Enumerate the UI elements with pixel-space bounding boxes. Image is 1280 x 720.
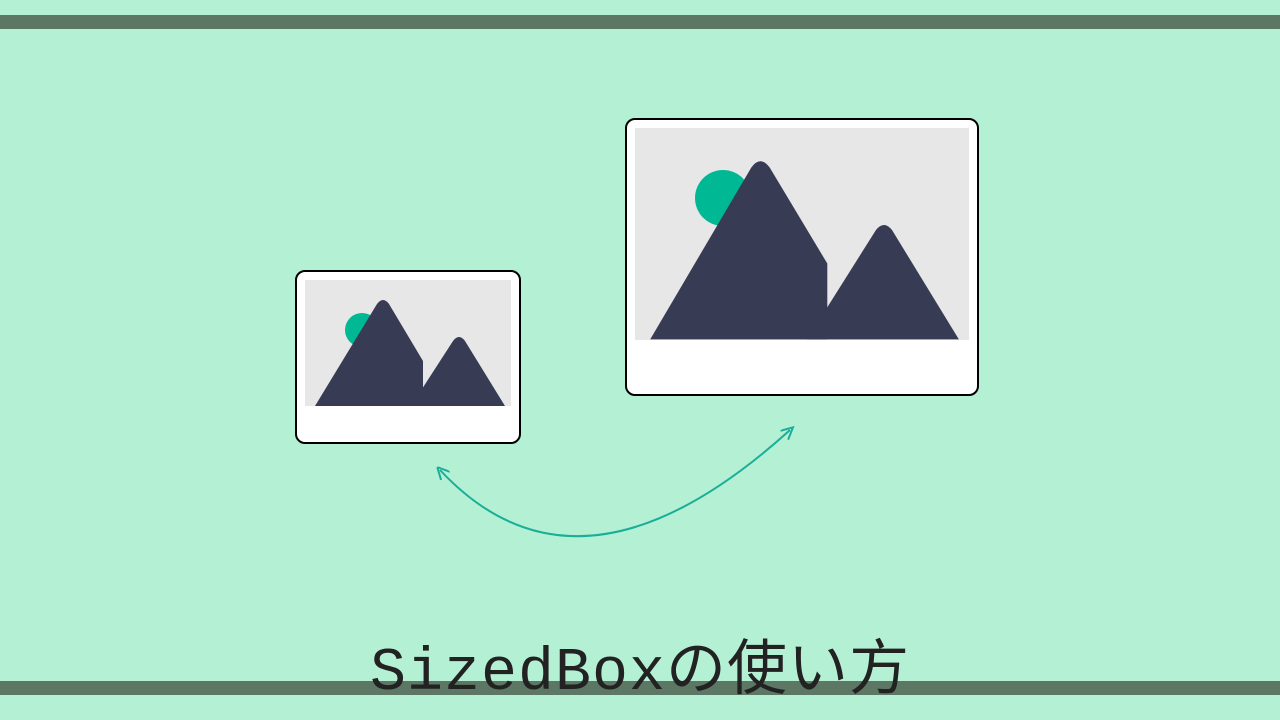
mountains-icon (635, 137, 969, 339)
image-placeholder-icon (305, 280, 511, 406)
mountains-icon (305, 286, 511, 406)
large-sized-box (625, 118, 979, 396)
top-accent-bar (0, 15, 1280, 29)
page-title: SizedBoxの使い方 (0, 620, 1280, 708)
image-placeholder-icon (635, 128, 969, 340)
resize-arrow-icon (400, 390, 840, 580)
